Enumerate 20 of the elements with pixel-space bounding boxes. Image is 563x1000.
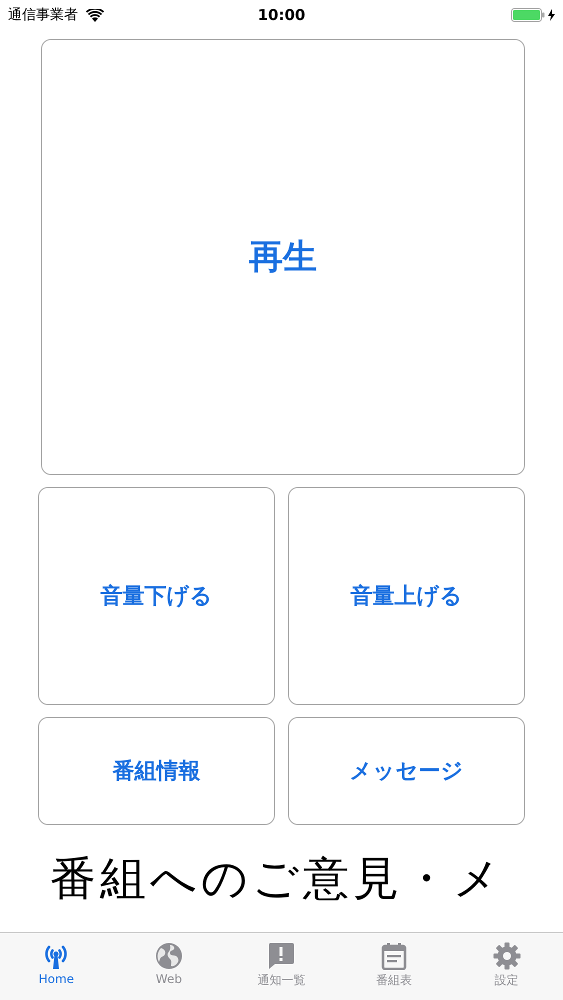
calendar-icon (381, 942, 408, 970)
clock-time: 10:00 (258, 6, 306, 24)
tab[interactable]: 設定 (450, 933, 563, 1000)
tab[interactable]: 通知一覧 (225, 933, 338, 1000)
play-button[interactable]: 再生 (41, 39, 525, 475)
wifi-icon (86, 8, 104, 22)
control-button[interactable]: 音量下げる (38, 487, 275, 705)
tab[interactable]: 番組表 (338, 933, 450, 1000)
globe-icon (154, 942, 183, 970)
settings-icon (492, 942, 521, 970)
charging-icon (548, 9, 555, 21)
ticker-text: 番組へのご意見・メ (50, 850, 504, 907)
control-button[interactable]: 音量上げる (288, 487, 525, 705)
control-button[interactable]: 番組情報 (38, 717, 275, 825)
carrier-name: 通信事業者 (8, 6, 78, 24)
tab[interactable]: Home (0, 933, 113, 1000)
battery-icon (511, 8, 545, 22)
control-button[interactable]: メッセージ (288, 717, 525, 825)
tab[interactable]: Web (112, 933, 226, 1000)
alert-bubble-icon (267, 942, 296, 970)
